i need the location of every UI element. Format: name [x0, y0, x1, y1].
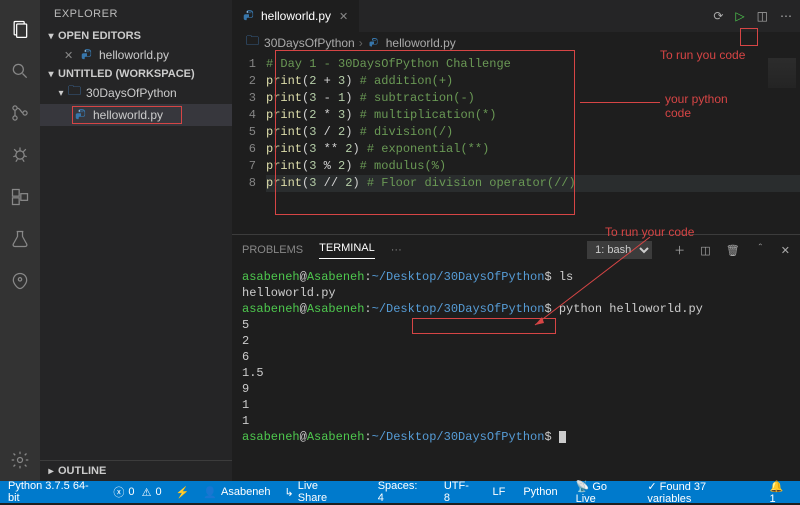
maximize-panel-icon[interactable]: ＾ — [755, 245, 766, 257]
liveshare-icon[interactable] — [8, 269, 32, 293]
workspace-header[interactable]: ▾ UNTITLED (WORKSPACE) — [40, 66, 232, 82]
status-found[interactable]: ✓ Found 37 variables — [647, 480, 751, 505]
debug-icon[interactable] — [8, 143, 32, 167]
chevron-right-icon: › — [359, 36, 363, 50]
status-eol[interactable]: LF — [492, 486, 505, 498]
status-spaces[interactable]: Spaces: 4 — [378, 480, 426, 504]
activity-bar — [0, 0, 40, 481]
new-terminal-icon[interactable]: ＋ — [674, 245, 685, 257]
test-icon[interactable] — [8, 227, 32, 251]
status-python[interactable]: Python 3.7.5 64-bit — [8, 480, 99, 504]
code-lines[interactable]: # Day 1 - 30DaysOfPython Challengeprint(… — [266, 56, 800, 234]
folder-icon: 🗀 — [68, 82, 81, 104]
split-editor-icon[interactable]: ◫ — [757, 9, 768, 23]
open-editors-header[interactable]: ▾ OPEN EDITORS — [40, 28, 232, 44]
status-lang[interactable]: Python — [523, 486, 557, 498]
sidebar-title: EXPLORER — [40, 0, 232, 28]
status-user[interactable]: 👤 Asabeneh — [203, 486, 270, 499]
run-icon[interactable]: ▷ — [735, 9, 744, 23]
sidebar: EXPLORER ▾ OPEN EDITORS ✕ helloworld.py … — [40, 0, 232, 481]
status-right: Spaces: 4 UTF-8 LF Python 📡 Go Live ✓ Fo… — [364, 480, 792, 505]
editor-tab[interactable]: helloworld.py ✕ — [232, 0, 360, 32]
open-editor-filename: helloworld.py — [99, 48, 169, 62]
terminal-shell-select[interactable]: 1: bash — [587, 241, 652, 259]
tab-bar: helloworld.py ✕ ⟳ ▷ ◫ ⋯ — [232, 0, 800, 32]
reload-icon[interactable]: ⟳ — [713, 9, 723, 23]
panel-tabs: PROBLEMS TERMINAL ··· 1: bash ＋ ◫ 🗑 ＾ ✕ — [232, 235, 800, 265]
split-terminal-icon[interactable]: ◫ — [700, 245, 710, 257]
status-encoding[interactable]: UTF-8 — [444, 480, 475, 504]
status-bell[interactable]: 🔔 1 — [769, 480, 792, 505]
minimap[interactable] — [768, 58, 796, 88]
more-icon[interactable]: ⋯ — [780, 9, 792, 23]
tab-label: helloworld.py — [261, 9, 331, 23]
outline-label: OUTLINE — [58, 465, 106, 477]
status-bar: Python 3.7.5 64-bit ⓧ 0 ⚠ 0 ⚡ 👤 Asabeneh… — [0, 481, 800, 503]
panel-actions: ＋ ◫ 🗑 ＾ ✕ — [662, 242, 790, 258]
extensions-icon[interactable] — [8, 185, 32, 209]
breadcrumb-folder: 30DaysOfPython — [264, 36, 355, 50]
terminal-body[interactable]: asabeneh@Asabeneh:~/Desktop/30DaysOfPyth… — [232, 265, 800, 481]
tree-folder[interactable]: ▾ 🗀 30DaysOfPython — [40, 82, 232, 104]
python-file-icon — [242, 9, 256, 23]
breadcrumb-file: helloworld.py — [386, 36, 456, 50]
open-editor-item[interactable]: ✕ helloworld.py — [40, 44, 232, 66]
outline-header[interactable]: ▸ OUTLINE — [40, 460, 232, 481]
editor-group: helloworld.py ✕ ⟳ ▷ ◫ ⋯ 🗀 30DaysOfPython… — [232, 0, 800, 481]
close-panel-icon[interactable]: ✕ — [781, 245, 790, 257]
close-icon[interactable]: ✕ — [339, 10, 349, 23]
code-editor[interactable]: 12345678 # Day 1 - 30DaysOfPython Challe… — [232, 54, 800, 234]
status-errors[interactable]: ⓧ 0 ⚠ 0 — [113, 484, 161, 500]
status-golive[interactable]: 📡 Go Live — [576, 480, 630, 505]
chevron-down-icon: ▾ — [54, 88, 68, 99]
chevron-right-icon: ▸ — [44, 466, 58, 477]
status-liveshare[interactable]: ↳ Live Share — [285, 480, 350, 504]
open-editors-label: OPEN EDITORS — [58, 30, 141, 42]
folder-icon: 🗀 — [246, 32, 259, 54]
close-icon[interactable]: ✕ — [64, 49, 74, 62]
settings-gear-icon[interactable] — [8, 448, 32, 472]
tree-file[interactable]: helloworld.py — [40, 104, 232, 126]
panel-tab-more[interactable]: ··· — [391, 244, 402, 256]
workspace-label: UNTITLED (WORKSPACE) — [58, 68, 195, 80]
line-gutter: 12345678 — [232, 56, 266, 234]
python-file-icon — [80, 48, 94, 62]
terminal-panel: PROBLEMS TERMINAL ··· 1: bash ＋ ◫ 🗑 ＾ ✕ … — [232, 234, 800, 481]
status-port[interactable]: ⚡ — [176, 486, 190, 499]
python-file-icon — [74, 108, 88, 122]
explorer-icon[interactable] — [8, 17, 32, 41]
folder-name: 30DaysOfPython — [86, 86, 177, 100]
panel-tab-problems[interactable]: PROBLEMS — [242, 244, 303, 256]
scm-icon[interactable] — [8, 101, 32, 125]
chevron-down-icon: ▾ — [44, 69, 58, 80]
kill-terminal-icon[interactable]: 🗑 — [726, 245, 740, 257]
panel-tab-terminal[interactable]: TERMINAL — [319, 242, 375, 259]
chevron-down-icon: ▾ — [44, 31, 58, 42]
file-name: helloworld.py — [93, 108, 163, 122]
python-file-icon — [367, 36, 381, 50]
search-icon[interactable] — [8, 59, 32, 83]
breadcrumb[interactable]: 🗀 30DaysOfPython › helloworld.py — [232, 32, 800, 54]
